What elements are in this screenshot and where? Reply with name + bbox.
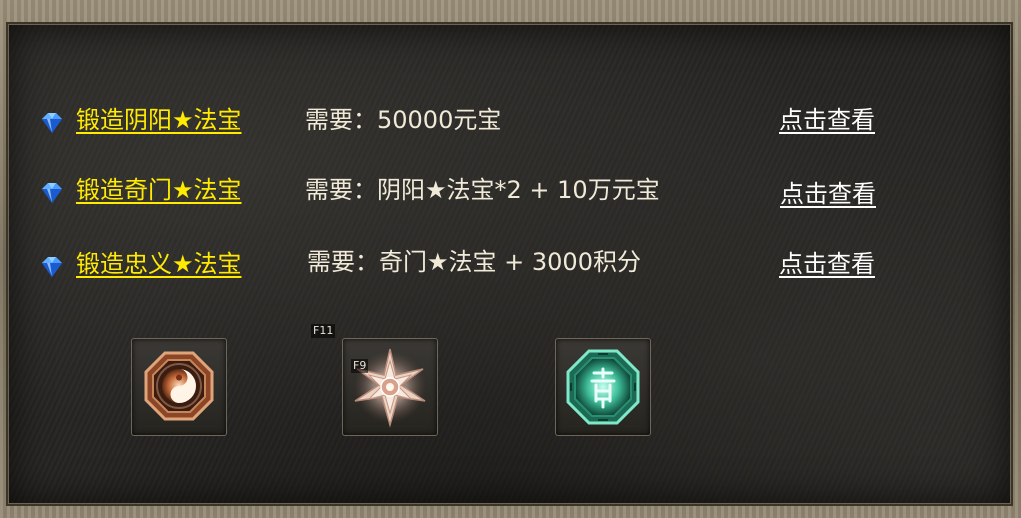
qimen-star-icon [354,348,426,428]
forge-row-qimen: 锻造奇门★法宝 需要：阴阳★法宝*2 + 10万元宝 点击查看 [8,172,1011,212]
window-frame: 锻造阴阳★法宝 需要：50000元宝 点击查看 锻造奇门★法宝 需要：阴阳★法宝… [0,0,1021,518]
zhongyi-dragon-bagua-icon [566,349,640,425]
forge-panel: 锻造阴阳★法宝 需要：50000元宝 点击查看 锻造奇门★法宝 需要：阴阳★法宝… [6,22,1013,506]
forge-row-yinyang: 锻造阴阳★法宝 需要：50000元宝 点击查看 [8,102,1011,142]
forge-qimen-requirement: 需要：阴阳★法宝*2 + 10万元宝 [305,176,660,204]
item-slot-zhongyi[interactable] [555,338,651,436]
view-qimen-link[interactable]: 点击查看 [780,176,876,212]
forge-row-zhongyi: 锻造忠义★法宝 需要：奇门★法宝 + 3000积分 点击查看 [8,246,1011,286]
forge-zhongyi-requirement: 需要：奇门★法宝 + 3000积分 [307,248,641,276]
forge-zhongyi-link[interactable]: 锻造忠义★法宝 [76,246,242,282]
forge-qimen-link[interactable]: 锻造奇门★法宝 [76,172,242,208]
diamond-icon [42,257,62,277]
diamond-icon [42,183,62,203]
view-zhongyi-link[interactable]: 点击查看 [779,246,875,282]
item-slot-yinyang[interactable] [131,338,227,436]
forge-yinyang-link[interactable]: 锻造阴阳★法宝 [76,102,242,138]
diamond-icon [42,113,62,133]
hotkey-f9-label: F9 [351,359,369,373]
item-slot-qimen[interactable]: F9 [342,338,438,436]
forge-yinyang-requirement: 需要：50000元宝 [305,106,502,134]
view-yinyang-link[interactable]: 点击查看 [779,102,875,138]
yinyang-bagua-icon [144,351,214,421]
hotkey-f11-label: F11 [311,324,336,338]
